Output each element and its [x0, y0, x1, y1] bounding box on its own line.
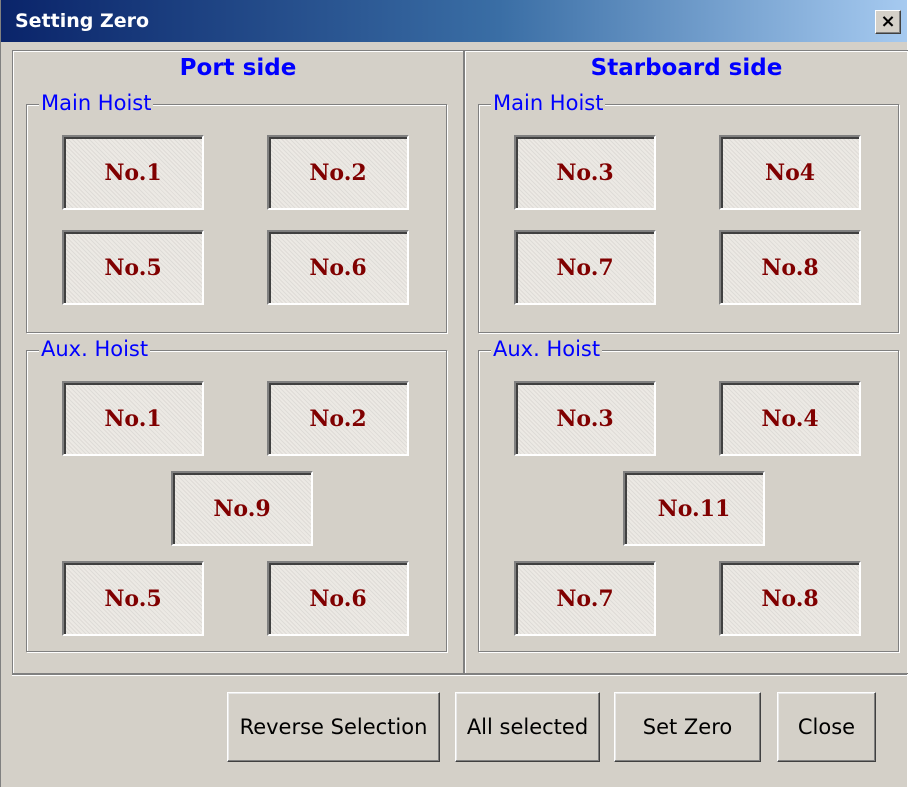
starboard-main-hoist-group: Main Hoist No.3 No4 No.7 No.8 — [478, 91, 899, 333]
starboard-main-hoist-no8-button[interactable]: No.8 — [719, 230, 861, 305]
port-aux-hoist-legend: Aux. Hoist — [39, 337, 151, 361]
starboard-aux-hoist-group: Aux. Hoist No.3 No.4 No.11 No.7 No.8 — [478, 337, 899, 652]
port-side-panel: Port side Main Hoist No.1 No.2 No.5 No.6… — [12, 50, 464, 674]
all-selected-button[interactable]: All selected — [455, 692, 600, 762]
port-main-hoist-group: Main Hoist No.1 No.2 No.5 No.6 — [26, 91, 447, 333]
starboard-main-hoist-no7-button[interactable]: No.7 — [514, 230, 656, 305]
port-aux-hoist-no5-button[interactable]: No.5 — [62, 561, 204, 636]
port-side-title: Port side — [179, 55, 297, 81]
starboard-aux-hoist-no11-button[interactable]: No.11 — [623, 471, 765, 546]
starboard-aux-hoist-no7-button[interactable]: No.7 — [514, 561, 656, 636]
starboard-aux-hoist-legend: Aux. Hoist — [491, 337, 603, 361]
starboard-main-hoist-no4-button[interactable]: No4 — [719, 135, 861, 210]
starboard-aux-hoist-no3-button[interactable]: No.3 — [514, 381, 656, 456]
setting-zero-dialog: Setting Zero × Port side Main Hoist No.1… — [0, 0, 908, 787]
starboard-aux-hoist-no4-button[interactable]: No.4 — [719, 381, 861, 456]
starboard-side-title: Starboard side — [590, 55, 783, 81]
port-main-hoist-no1-button[interactable]: No.1 — [62, 135, 204, 210]
port-aux-hoist-no2-button[interactable]: No.2 — [267, 381, 409, 456]
close-icon[interactable]: × — [875, 10, 901, 34]
port-aux-hoist-no6-button[interactable]: No.6 — [267, 561, 409, 636]
port-aux-hoist-group: Aux. Hoist No.1 No.2 No.9 No.5 No.6 — [26, 337, 447, 652]
title-bar[interactable]: Setting Zero × — [1, 0, 907, 42]
window-title: Setting Zero — [15, 10, 150, 32]
port-aux-hoist-no1-button[interactable]: No.1 — [62, 381, 204, 456]
starboard-aux-hoist-no8-button[interactable]: No.8 — [719, 561, 861, 636]
port-aux-hoist-no9-button[interactable]: No.9 — [171, 471, 313, 546]
port-main-hoist-legend: Main Hoist — [39, 91, 154, 115]
port-main-hoist-no6-button[interactable]: No.6 — [267, 230, 409, 305]
port-main-hoist-no2-button[interactable]: No.2 — [267, 135, 409, 210]
port-main-hoist-no5-button[interactable]: No.5 — [62, 230, 204, 305]
starboard-main-hoist-legend: Main Hoist — [491, 91, 606, 115]
starboard-main-hoist-no3-button[interactable]: No.3 — [514, 135, 656, 210]
set-zero-button[interactable]: Set Zero — [614, 692, 761, 762]
starboard-side-panel: Starboard side Main Hoist No.3 No4 No.7 … — [464, 50, 908, 674]
close-button[interactable]: Close — [777, 692, 876, 762]
reverse-selection-button[interactable]: Reverse Selection — [227, 692, 440, 762]
